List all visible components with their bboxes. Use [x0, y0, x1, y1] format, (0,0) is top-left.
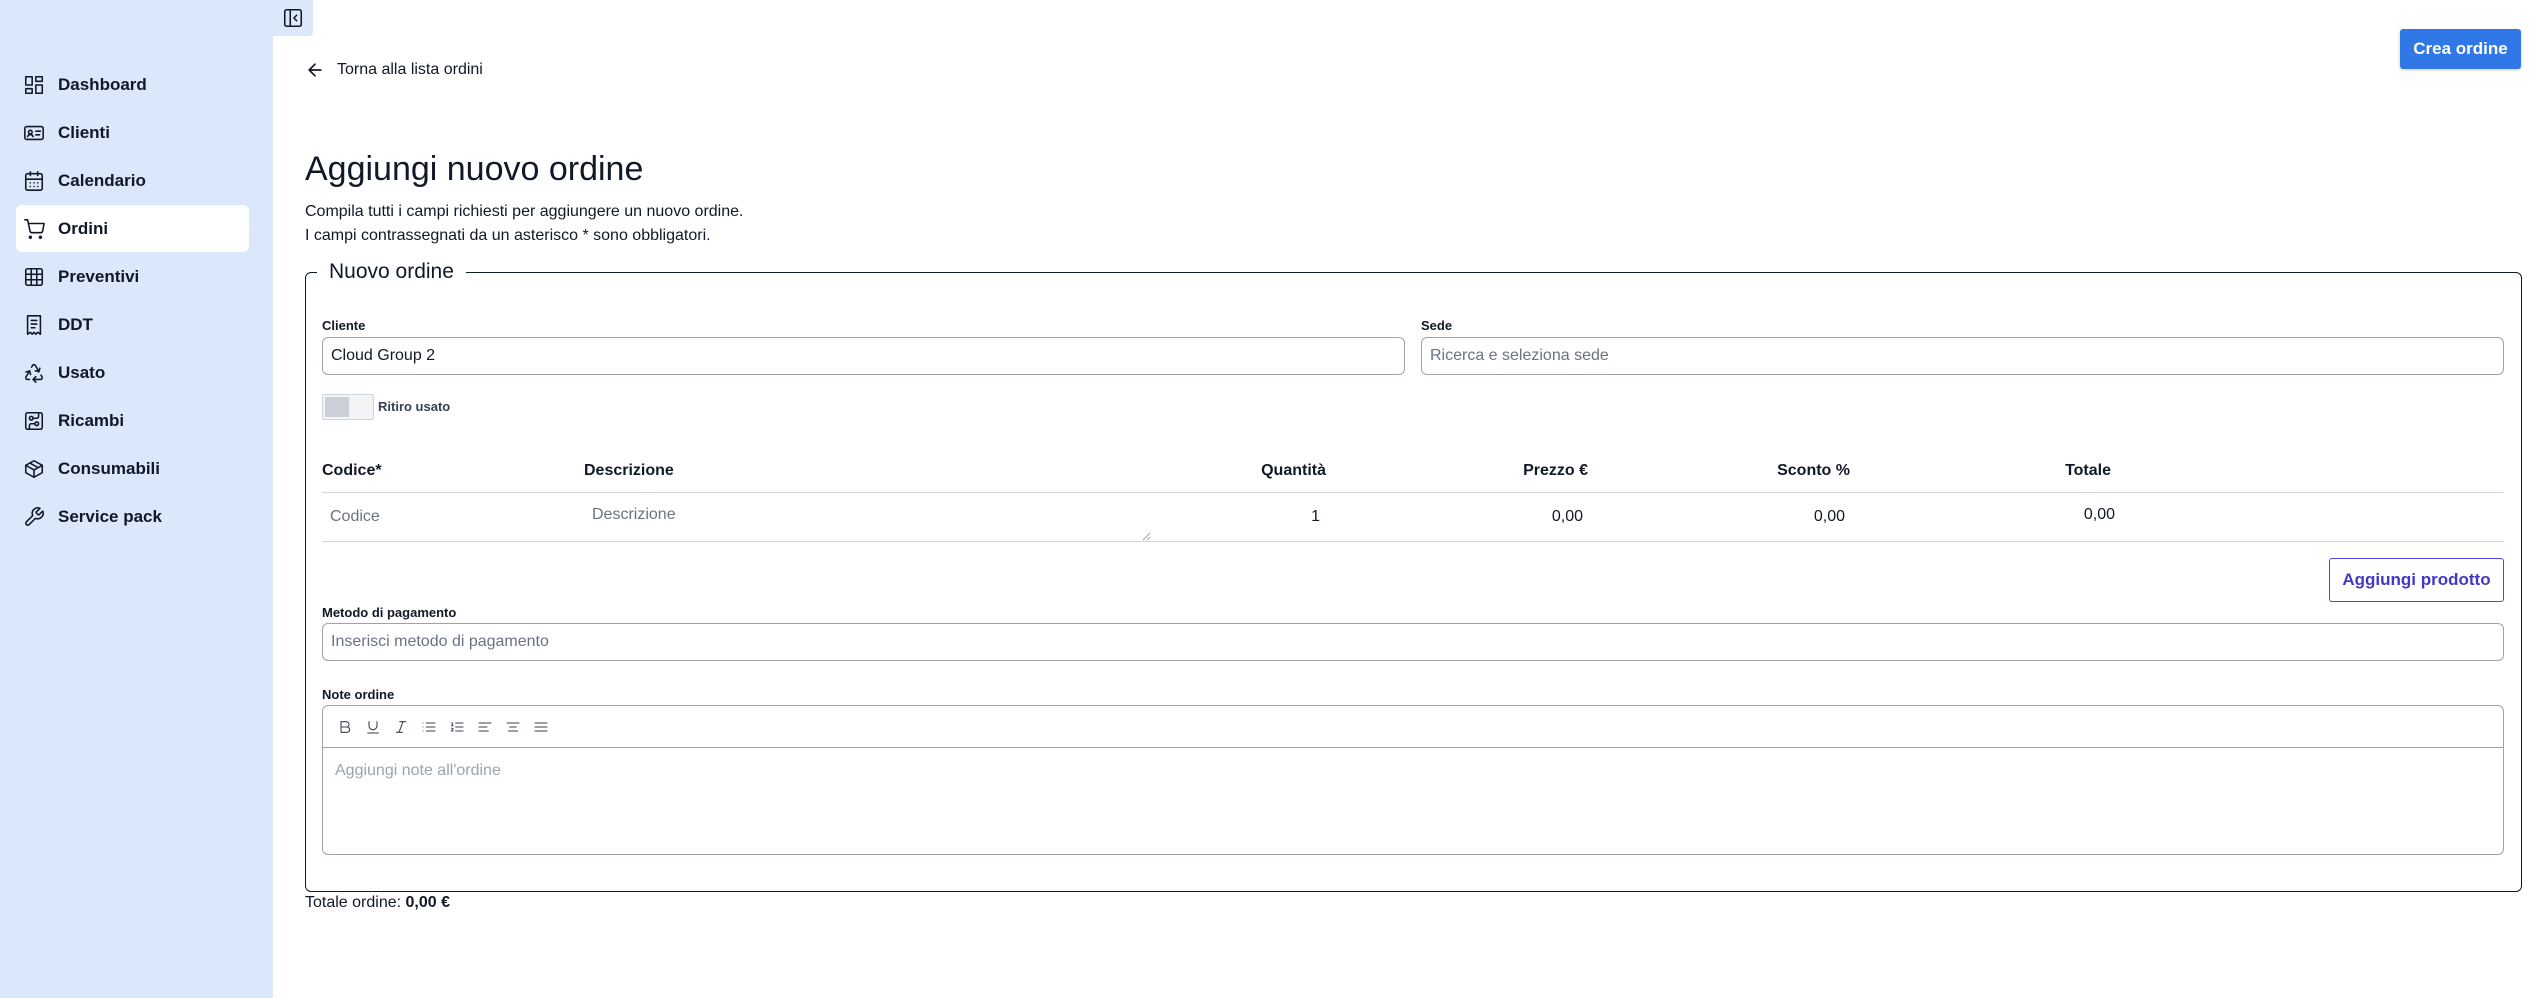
totale-value: 0,00 [2083, 506, 2115, 523]
sede-label: Sede [1421, 318, 1453, 333]
bold-icon[interactable] [331, 713, 359, 741]
cliente-input[interactable] [322, 337, 1405, 375]
underline-icon[interactable] [359, 713, 387, 741]
numbered-list-icon[interactable] [443, 713, 471, 741]
align-justify-icon[interactable] [527, 713, 555, 741]
note-ordine-editor: Aggiungi note all'ordine [322, 705, 2504, 855]
sidebar-item-label: DDT [58, 314, 93, 334]
sidebar-item-dashboard[interactable]: Dashboard [16, 61, 249, 108]
column-header-sconto: Sconto % [1777, 462, 1850, 479]
prezzo-input[interactable] [1470, 506, 1583, 528]
back-link-label: Torna alla lista ordini [337, 61, 483, 78]
add-product-button[interactable]: Aggiungi prodotto [2329, 558, 2504, 602]
resize-handle-icon[interactable] [1141, 528, 1151, 541]
sidebar-item-ordini[interactable]: Ordini [16, 205, 249, 252]
subtitle-line-2: I campi contrassegnati da un asterisco *… [305, 227, 711, 244]
sconto-input[interactable] [1730, 506, 1845, 528]
sidebar-item-service-pack[interactable]: Service pack [16, 493, 249, 540]
cart-icon [23, 218, 45, 240]
editor-toolbar [323, 706, 2503, 748]
descrizione-textarea[interactable] [592, 504, 1132, 526]
table-icon [23, 266, 45, 288]
sidebar-item-label: Calendario [58, 170, 146, 190]
circuit-board-icon [23, 410, 45, 432]
sidebar-item-usato[interactable]: Usato [16, 349, 249, 396]
page-subtitle: Compila tutti i campi richiesti per aggi… [305, 200, 743, 248]
dashboard-icon [23, 74, 45, 96]
sidebar-item-ricambi[interactable]: Ricambi [16, 397, 249, 444]
note-ordine-textarea[interactable]: Aggiungi note all'ordine [335, 762, 501, 780]
sidebar-item-preventivi[interactable]: Preventivi [16, 253, 249, 300]
sidebar-collapse-icon [283, 8, 303, 28]
note-ordine-label: Note ordine [322, 687, 395, 702]
ritiro-usato-toggle[interactable] [322, 394, 374, 420]
sede-search-input[interactable] [1421, 337, 2504, 375]
column-header-prezzo: Prezzo € [1523, 462, 1588, 479]
sidebar-item-calendario[interactable]: Calendario [16, 157, 249, 204]
order-total-label: Totale ordine: [305, 894, 402, 911]
sidebar-item-label: Consumabili [58, 458, 161, 478]
sidebar-item-clienti[interactable]: Clienti [16, 109, 249, 156]
subtitle-line-1: Compila tutti i campi richiesti per aggi… [305, 203, 744, 220]
sidebar-item-label: Clienti [58, 122, 110, 142]
recycle-icon [23, 362, 45, 384]
column-header-descrizione: Descrizione [584, 462, 674, 479]
sidebar: Dashboard Clienti Calendario Ordini Prev… [0, 0, 273, 998]
order-total: Totale ordine: 0,00 € [305, 894, 450, 912]
column-header-quantita: Quantità [1261, 462, 1326, 479]
receipt-icon [23, 314, 45, 336]
codice-input[interactable] [330, 506, 560, 528]
column-header-codice: Codice* [322, 462, 382, 479]
ritiro-usato-label: Ritiro usato [378, 399, 451, 414]
sidebar-nav: Dashboard Clienti Calendario Ordini Prev… [16, 61, 249, 541]
sidebar-item-label: Preventivi [58, 266, 140, 286]
wrench-icon [23, 506, 45, 528]
italic-icon[interactable] [387, 713, 415, 741]
page-title: Aggiungi nuovo ordine [305, 150, 644, 188]
back-to-orders-link[interactable]: Torna alla lista ordini [305, 60, 483, 80]
metodo-pagamento-label: Metodo di pagamento [322, 605, 457, 620]
arrow-left-icon [308, 63, 322, 77]
toggle-knob [325, 397, 349, 417]
cliente-label: Cliente [322, 318, 366, 333]
order-total-value: 0,00 € [405, 894, 450, 911]
sidebar-item-label: Ricambi [58, 410, 125, 430]
quantita-input[interactable] [1220, 506, 1320, 528]
sidebar-item-label: Usato [58, 362, 106, 382]
metodo-pagamento-input[interactable] [322, 623, 2504, 661]
sidebar-item-label: Dashboard [58, 74, 147, 94]
bullet-list-icon[interactable] [415, 713, 443, 741]
sidebar-item-label: Ordini [58, 218, 109, 238]
package-icon [23, 458, 45, 480]
create-order-button[interactable]: Crea ordine [2400, 29, 2521, 69]
align-left-icon[interactable] [471, 713, 499, 741]
sidebar-toggle-button[interactable] [273, 0, 313, 36]
table-row-divider [322, 541, 2504, 542]
calendar-icon [23, 170, 45, 192]
align-center-icon[interactable] [499, 713, 527, 741]
column-header-totale: Totale [2065, 462, 2111, 479]
id-card-icon [23, 122, 45, 144]
sidebar-item-ddt[interactable]: DDT [16, 301, 249, 348]
sidebar-item-consumabili[interactable]: Consumabili [16, 445, 249, 492]
form-legend: Nuovo ordine [317, 260, 466, 284]
sidebar-item-label: Service pack [58, 506, 162, 526]
table-header-divider [322, 492, 2504, 493]
